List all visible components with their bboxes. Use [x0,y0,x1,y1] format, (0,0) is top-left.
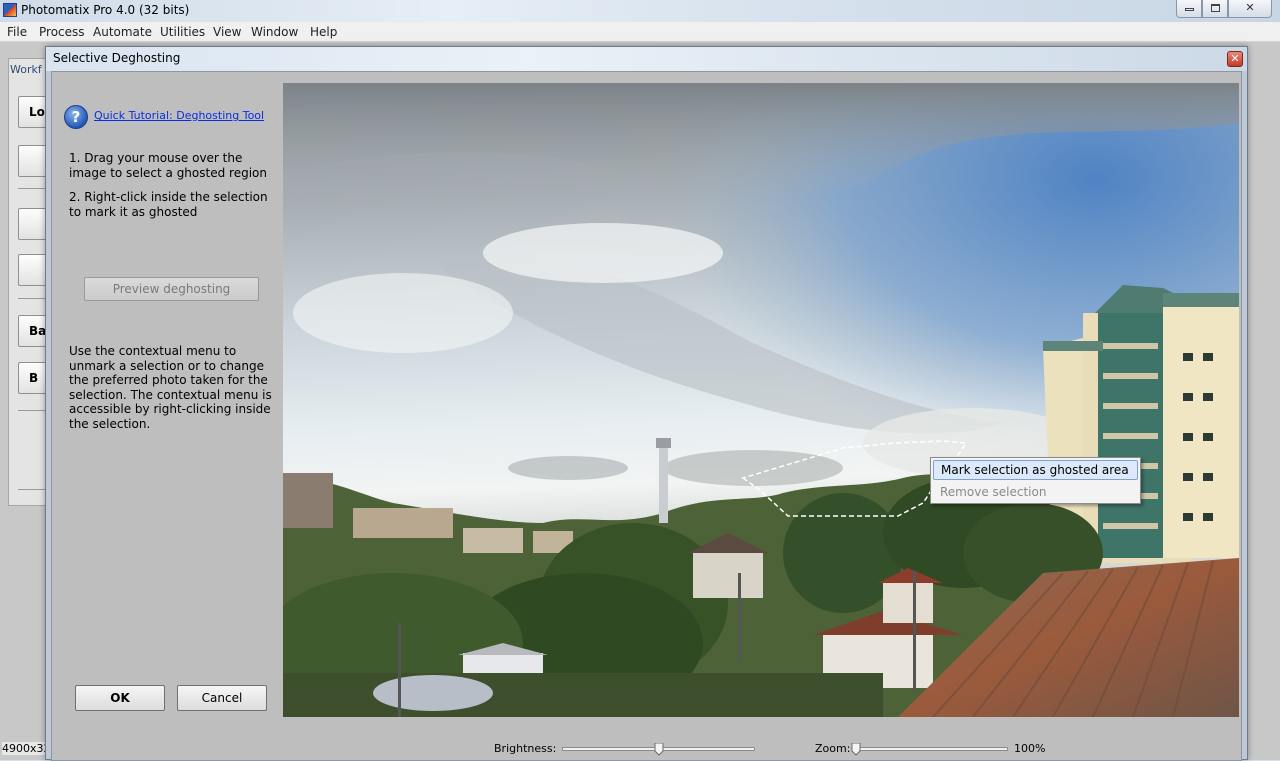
restore-icon [1210,4,1220,12]
help-question-icon[interactable]: ? [64,105,88,129]
menu-automate[interactable]: Automate [93,25,152,39]
workflow-divider [18,410,48,411]
menu-utilities[interactable]: Utilities [160,25,205,39]
zoom-slider-thumb[interactable] [851,743,861,756]
app-title: Photomatix Pro 4.0 (32 bits) [21,3,190,17]
workflow-divider [18,298,48,299]
quick-tutorial-link[interactable]: Quick Tutorial: Deghosting Tool [94,109,264,122]
menu-bar: File Process Automate Utilities View Win… [0,22,1280,42]
image-size-status: 4900x32 [2,742,51,755]
menu-view[interactable]: View [213,25,241,39]
context-menu: Mark selection as ghosted area Remove se… [930,457,1141,504]
preview-deghosting-button[interactable]: Preview deghosting [84,277,259,301]
instruction-step-2: 2. Right-click inside the selection to m… [69,190,268,219]
brightness-slider-thumb[interactable] [654,743,664,756]
zoom-label: Zoom: [815,742,851,755]
minimize-icon [1184,8,1194,11]
photomatix-app-icon [3,3,17,17]
app-titlebar: Photomatix Pro 4.0 (32 bits) ✕ [0,0,1280,22]
workflow-divider [18,188,48,189]
restore-button[interactable] [1202,0,1228,18]
dialog-title: Selective Deghosting [53,51,181,65]
zoom-slider-track[interactable] [853,747,1008,751]
brightness-label: Brightness: [494,742,557,755]
deghosting-image-canvas[interactable] [283,83,1239,717]
contextual-menu-note: Use the contextual menu to unmark a sele… [69,344,272,431]
hdr-photo-preview [283,83,1239,717]
dialog-close-button[interactable]: ✕ [1227,51,1243,67]
menu-process[interactable]: Process [39,25,85,39]
workflow-divider [18,489,48,490]
remove-selection-menu-item[interactable]: Remove selection [933,482,1138,502]
dialog-titlebar[interactable]: Selective Deghosting ✕ [46,47,1247,71]
menu-help[interactable]: Help [310,25,337,39]
instruction-step-1: 1. Drag your mouse over the image to sel… [69,151,267,180]
workflow-panel-title: Workf [10,63,42,76]
ok-button[interactable]: OK [75,685,165,711]
close-icon: ✕ [1230,52,1240,65]
menu-window[interactable]: Window [251,25,298,39]
app-close-button[interactable]: ✕ [1228,0,1272,18]
zoom-value: 100% [1014,742,1046,755]
cancel-button[interactable]: Cancel [177,685,267,711]
menu-file[interactable]: File [7,25,27,39]
close-icon: ✕ [1245,1,1255,14]
minimize-button[interactable] [1176,0,1202,18]
mark-ghosted-menu-item[interactable]: Mark selection as ghosted area [933,460,1138,480]
